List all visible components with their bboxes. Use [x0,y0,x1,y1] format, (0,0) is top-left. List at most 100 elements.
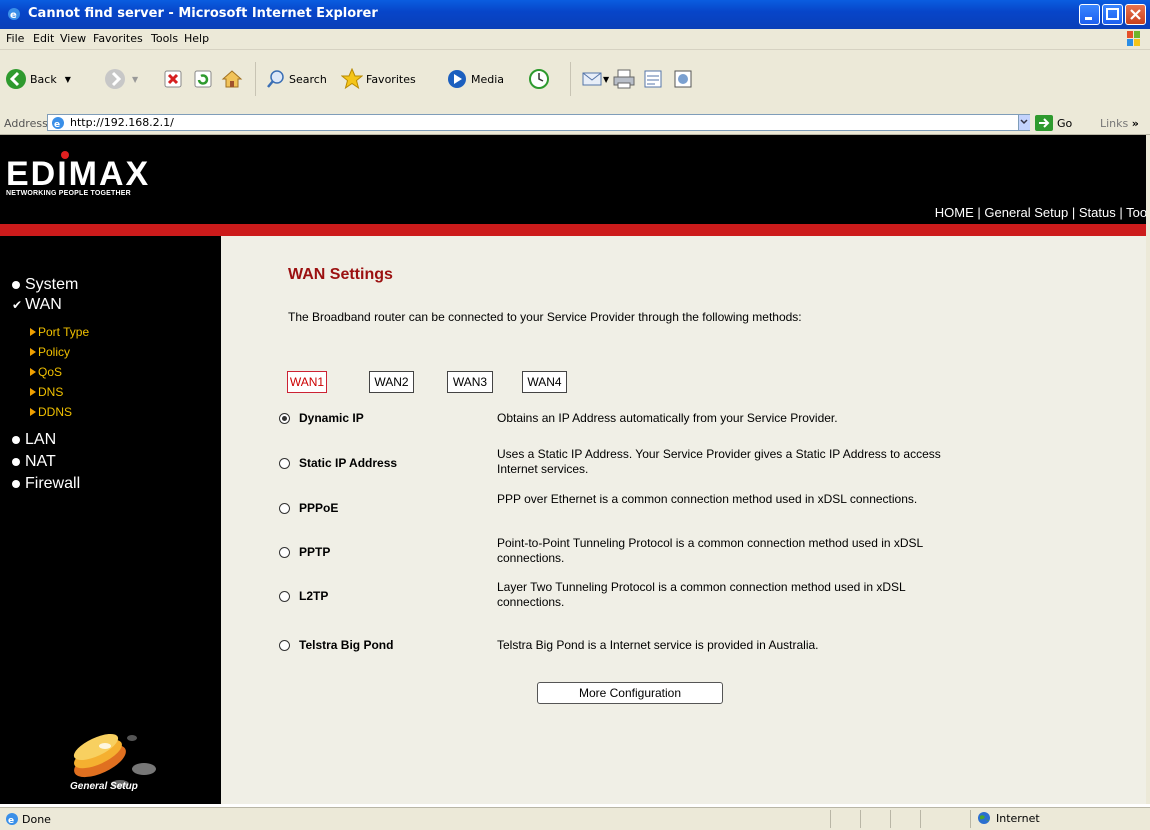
radio-dynamic-ip[interactable] [279,413,290,424]
radio-l2tp[interactable] [279,591,290,602]
favorites-button[interactable]: Favorites [341,62,416,96]
nav-status[interactable]: Status [1079,205,1116,220]
page-done-icon: e [6,813,18,826]
close-button[interactable] [1125,4,1146,25]
forward-dropdown-icon: ▼ [132,74,139,84]
option-name-pptp: PPTP [299,545,331,559]
mail-button[interactable]: ▼ [570,62,609,96]
option-name-static-ip: Static IP Address [299,456,398,470]
option-desc-pptp: Point-to-Point Tunneling Protocol is a c… [497,536,923,565]
tab-wan4[interactable]: WAN4 [522,371,567,393]
bullet-icon [12,281,20,289]
history-button[interactable] [528,62,550,96]
arrow-right-icon [30,368,36,376]
tab-wan3[interactable]: WAN3 [447,371,493,393]
security-zone: Internet [977,811,1040,825]
sidebar-subitem-ddns[interactable]: DDNS [30,405,72,419]
menu-file[interactable]: File [6,32,24,45]
sidebar-item-firewall[interactable]: Firewall [12,475,80,493]
go-button[interactable]: Go [1035,114,1072,132]
arrow-right-icon [30,348,36,356]
home-button[interactable] [221,62,243,96]
mail-icon [582,72,602,86]
sidebar-item-wan[interactable]: ✔ WAN [12,296,62,314]
title-bar: e Cannot find server - Microsoft Interne… [0,0,1150,29]
star-icon [341,68,363,90]
back-button[interactable]: Back ▼ [5,62,71,96]
arrow-right-icon [30,408,36,416]
messenger-button[interactable] [672,62,694,96]
address-url: http://192.168.2.1/ [70,116,174,129]
minimize-button[interactable] [1079,4,1100,25]
option-name-l2tp: L2TP [299,589,329,603]
address-input[interactable]: e http://192.168.2.1/ [47,114,1030,131]
address-dropdown-button[interactable] [1018,115,1030,130]
sidebar-item-lan[interactable]: LAN [12,431,56,449]
search-icon [267,70,284,88]
refresh-icon [194,70,212,88]
media-button[interactable]: Media [446,62,504,96]
checkmark-icon: ✔ [12,298,23,312]
sidebar-subitem-policy[interactable]: Policy [30,345,70,359]
menu-favorites[interactable]: Favorites [93,32,143,45]
windows-logo-icon [1127,31,1140,46]
address-bar: Address e http://192.168.2.1/ Go Links » [0,112,1150,135]
status-text: Done [22,813,51,826]
menu-view[interactable]: View [60,32,86,45]
sidebar-subitem-dns[interactable]: DNS [30,385,63,399]
search-button[interactable]: Search [255,62,327,96]
radio-static-ip[interactable] [279,458,290,469]
tab-wan1[interactable]: WAN1 [287,371,327,393]
more-configuration-button[interactable]: More Configuration [537,682,723,704]
go-arrow-icon [1035,115,1053,131]
top-nav: HOME | General Setup | Status | Tool [934,205,1150,220]
edit-button[interactable] [642,62,664,96]
stop-button[interactable] [163,62,183,96]
svg-text:e: e [8,816,14,826]
vertical-scrollbar[interactable] [1146,135,1150,804]
address-label: Address [4,117,48,130]
page-title: WAN Settings [288,266,393,283]
home-icon [221,70,243,88]
bullet-icon [12,458,20,466]
links-button[interactable]: Links » [1100,117,1139,130]
option-desc-pppoe: PPP over Ethernet is a common connection… [497,492,918,506]
bullet-icon [12,480,20,488]
menu-help[interactable]: Help [184,32,209,45]
print-button[interactable] [612,62,636,96]
sidebar-subitem-port-type[interactable]: Port Type [30,325,89,339]
nav-home[interactable]: HOME [935,205,974,220]
radio-pppoe[interactable] [279,503,290,514]
bullet-icon [12,436,20,444]
printer-icon [613,69,635,89]
svg-text:e: e [54,120,60,130]
toolbar: Back ▼ ▼ Search Favorites Media ▼ [0,50,1150,113]
menu-edit[interactable]: Edit [33,32,54,45]
router-header: EDIMAX NETWORKING PEOPLE TOGETHER HOME |… [0,135,1150,224]
sidebar-item-nat[interactable]: NAT [12,453,56,471]
sidebar-subitem-qos[interactable]: QoS [30,365,62,379]
option-desc-telstra: Telstra Big Pond is a Internet service i… [497,638,819,652]
history-icon [529,69,549,89]
option-desc-dynamic-ip: Obtains an IP Address automatically from… [497,411,838,425]
sidebar-item-system[interactable]: System [12,276,78,294]
arrow-right-icon [30,328,36,336]
forward-button[interactable]: ▼ [104,62,138,96]
nav-general-setup[interactable]: General Setup [984,205,1068,220]
refresh-button[interactable] [193,62,213,96]
ie-icon: e [8,8,20,21]
page-icon: e [52,117,64,130]
radio-pptp[interactable] [279,547,290,558]
general-setup-label: General Setup [70,781,138,792]
status-bar: e Done Internet [0,807,1150,830]
arrow-right-icon [30,388,36,396]
option-name-telstra: Telstra Big Pond [299,638,394,652]
option-desc-static-ip: Uses a Static IP Address. Your Service P… [497,447,941,476]
option-name-dynamic-ip: Dynamic IP [299,411,364,425]
menu-tools[interactable]: Tools [151,32,178,45]
tab-wan2[interactable]: WAN2 [369,371,414,393]
globe-icon [978,812,990,824]
window-title: Cannot find server - Microsoft Internet … [28,6,378,21]
radio-telstra-big-pond[interactable] [279,640,290,651]
maximize-button[interactable] [1102,4,1123,25]
